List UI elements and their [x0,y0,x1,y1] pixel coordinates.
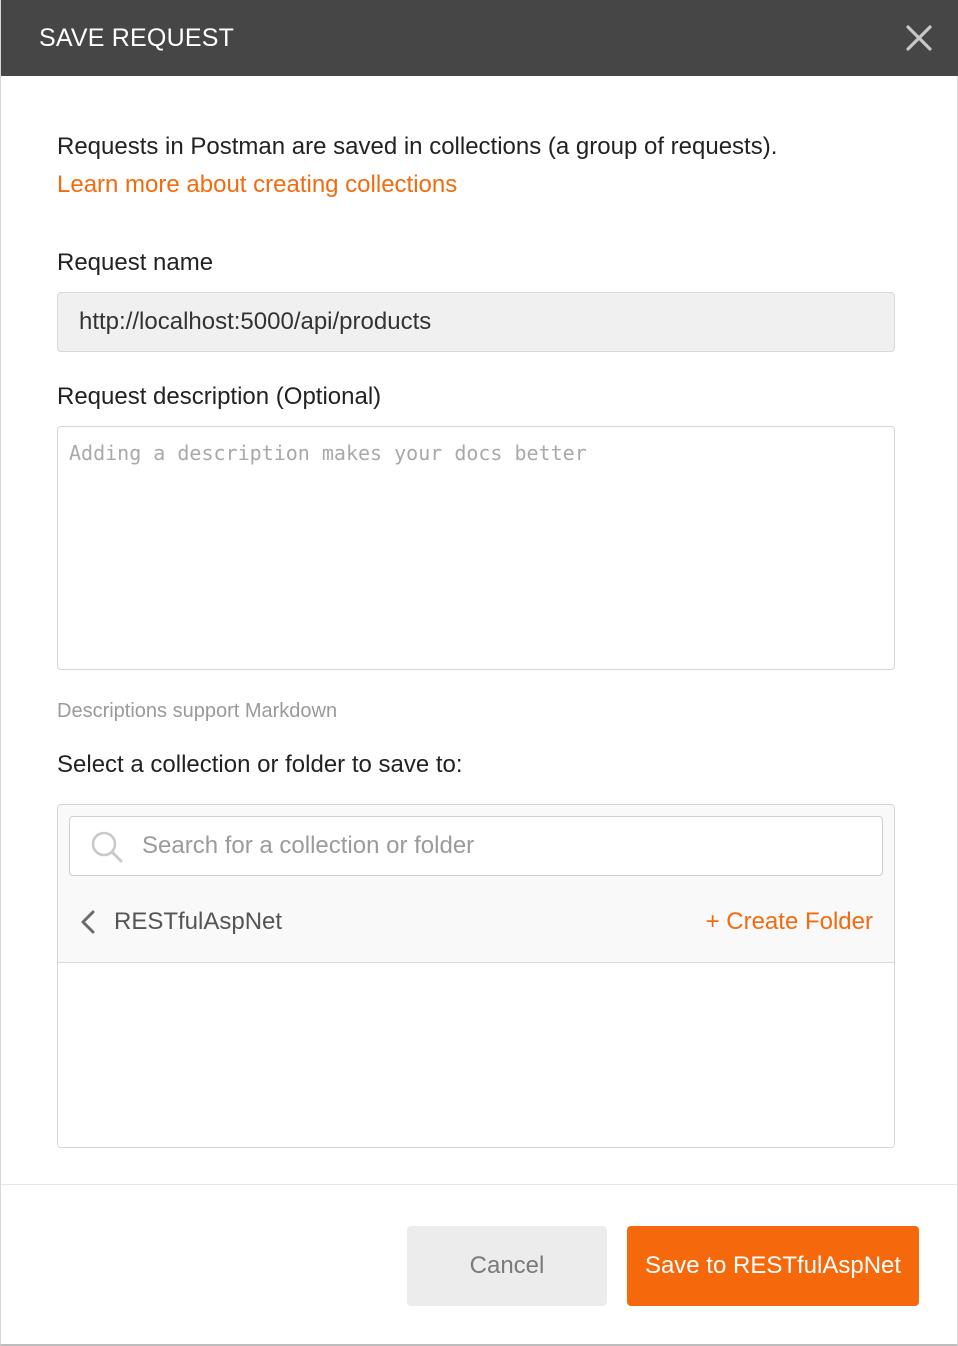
collection-picker-label: Select a collection or folder to save to… [57,751,463,778]
request-name-label: Request name [57,249,214,276]
intro-text: Requests in Postman are saved in collect… [57,133,778,160]
collection-search-box[interactable] [69,816,883,876]
save-request-dialog: SAVE REQUEST Requests in Postman are sav… [0,0,958,1346]
chevron-left-icon [81,910,95,934]
save-button[interactable]: Save to RESTfulAspNet [627,1226,919,1306]
collection-breadcrumb: RESTfulAspNet + Create Folder [58,901,894,945]
cancel-button[interactable]: Cancel [407,1226,607,1306]
current-collection-name: RESTfulAspNet [114,908,283,935]
search-icon [91,831,123,863]
collection-search-input[interactable] [142,817,872,875]
close-icon [906,25,932,51]
dialog-header: SAVE REQUEST [1,0,958,76]
collection-picker-header: RESTfulAspNet + Create Folder [58,805,894,963]
learn-more-link[interactable]: Learn more about creating collections [57,169,457,201]
request-description-label: Request description (Optional) [57,383,382,410]
dialog-title: SAVE REQUEST [39,24,235,52]
markdown-hint: Descriptions support Markdown [57,700,338,722]
close-button[interactable] [901,20,937,56]
collection-picker: RESTfulAspNet + Create Folder [57,804,895,1148]
footer-divider [1,1184,958,1185]
create-folder-link[interactable]: + Create Folder [706,906,873,938]
folder-list [58,964,894,1147]
request-description-textarea[interactable] [57,426,895,670]
request-name-input[interactable] [57,292,895,352]
back-button[interactable] [78,907,100,937]
